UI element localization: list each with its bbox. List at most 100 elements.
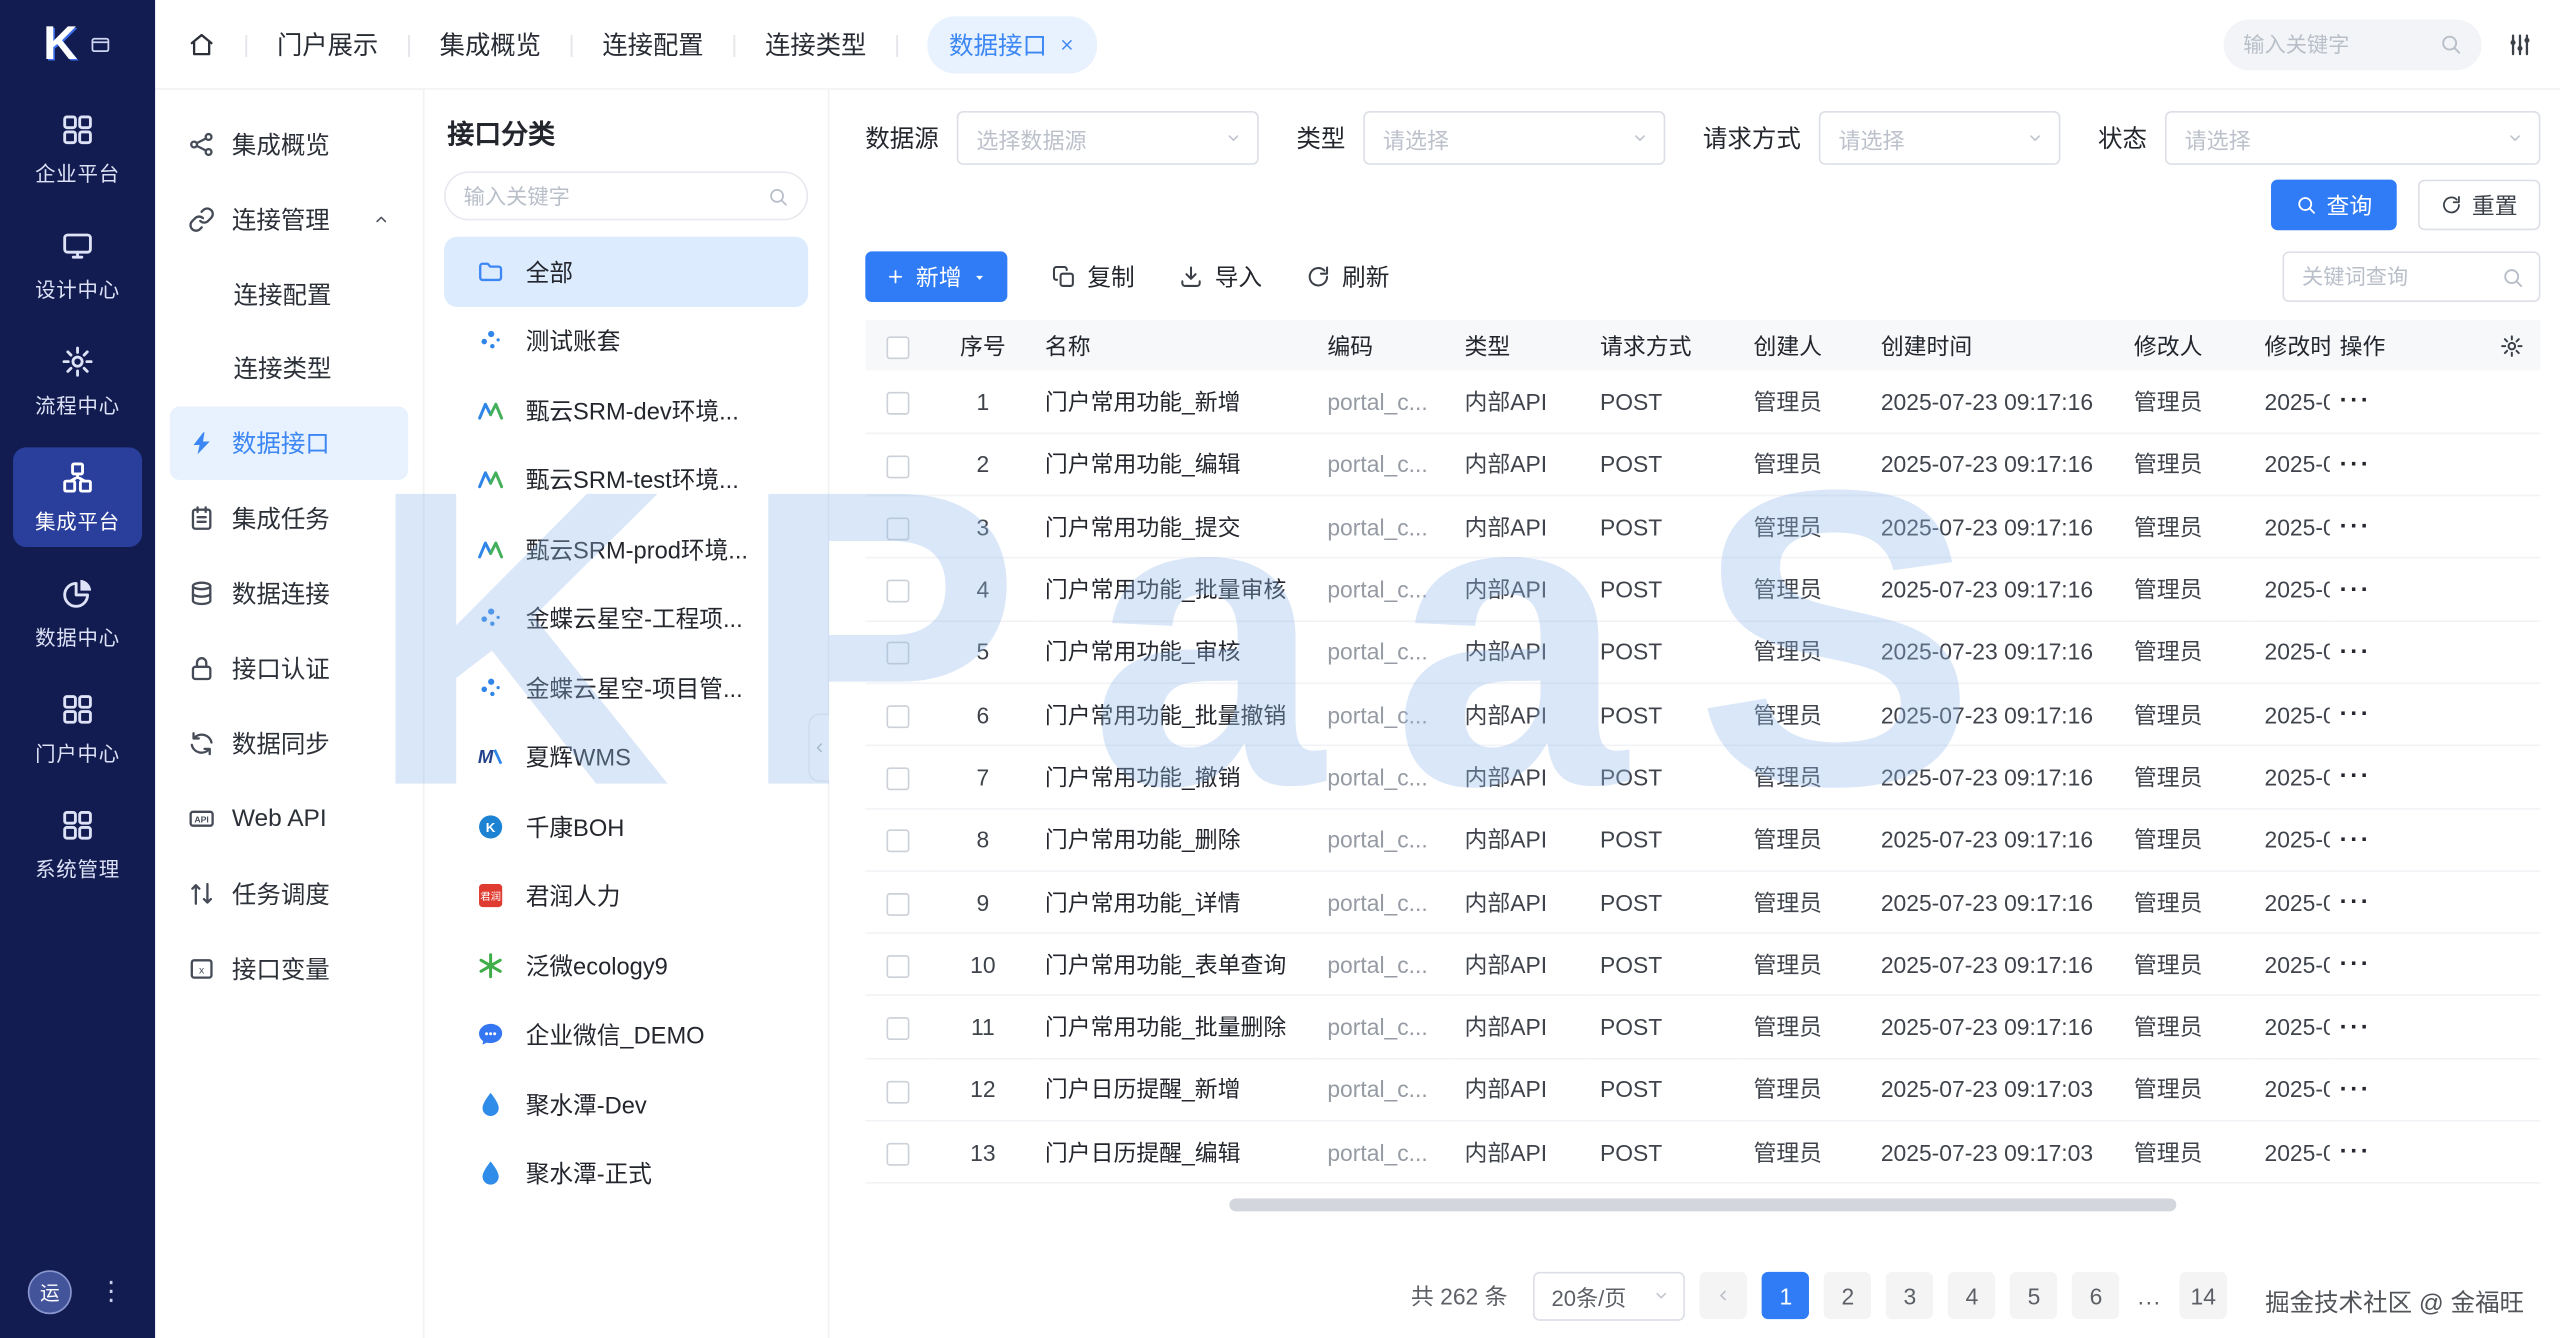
menu-item-7[interactable]: API Web API — [170, 782, 408, 855]
row-actions[interactable]: ··· — [2340, 576, 2372, 604]
category-item-7[interactable]: M 夏辉WMS — [444, 722, 808, 791]
tab-1[interactable]: 集成概览 — [440, 26, 541, 62]
table-row[interactable]: 6 门户常用功能_批量撤销 portal_c... 内部API POST 管理员… — [865, 683, 2540, 746]
row-actions[interactable]: ··· — [2340, 638, 2372, 666]
row-checkbox[interactable] — [887, 580, 910, 603]
tab-0[interactable]: 门户展示 — [277, 26, 378, 62]
filter-select-2[interactable]: 请选择 — [1819, 111, 2061, 165]
keyword-search[interactable] — [2282, 251, 2540, 302]
row-checkbox[interactable] — [887, 392, 910, 415]
menu-subitem-1-0[interactable]: 连接配置 — [155, 258, 423, 331]
row-actions[interactable]: ··· — [2340, 888, 2372, 916]
page-button-2[interactable]: 2 — [1824, 1272, 1871, 1319]
menu-item-6[interactable]: 数据同步 — [170, 707, 408, 780]
category-item-6[interactable]: 金蝶云星空-项目管... — [444, 653, 808, 722]
row-actions[interactable]: ··· — [2340, 951, 2372, 979]
category-item-13[interactable]: 聚水潭-正式 — [444, 1139, 808, 1208]
app-logo[interactable]: K — [0, 0, 155, 88]
table-row[interactable]: 1 门户常用功能_新增 portal_c... 内部API POST 管理员 2… — [865, 371, 2540, 434]
gear-icon[interactable] — [2500, 333, 2524, 357]
menu-item-3[interactable]: 集成任务 — [170, 482, 408, 555]
page-size-select[interactable]: 20条/页 — [1534, 1271, 1686, 1320]
menu-item-0[interactable]: 集成概览 — [170, 108, 408, 181]
table-row[interactable]: 10 门户常用功能_表单查询 portal_c... 内部API POST 管理… — [865, 933, 2540, 996]
filter-select-3[interactable]: 请选择 — [2165, 111, 2540, 165]
menu-item-1[interactable]: 连接管理 — [170, 183, 408, 256]
prev-page-button[interactable] — [1700, 1272, 1747, 1319]
import-button[interactable]: 导入 — [1179, 260, 1262, 294]
menu-item-5[interactable]: 接口认证 — [170, 632, 408, 705]
tab-3[interactable]: 连接类型 — [765, 26, 866, 62]
row-checkbox[interactable] — [887, 517, 910, 540]
row-checkbox[interactable] — [887, 830, 910, 853]
rail-item-2[interactable]: 流程中心 — [13, 331, 142, 431]
table-row[interactable]: 3 门户常用功能_提交 portal_c... 内部API POST 管理员 2… — [865, 496, 2540, 559]
copy-button[interactable]: 复制 — [1051, 260, 1134, 294]
menu-item-2[interactable]: 数据接口 — [170, 407, 408, 480]
row-actions[interactable]: ··· — [2340, 388, 2372, 416]
row-checkbox[interactable] — [887, 705, 910, 728]
row-checkbox[interactable] — [887, 955, 910, 978]
menu-item-8[interactable]: 任务调度 — [170, 857, 408, 930]
category-item-0[interactable]: 全部 — [444, 237, 808, 306]
category-search[interactable] — [444, 171, 808, 220]
table-row[interactable]: 12 门户日历提醒_新增 portal_c... 内部API POST 管理员 … — [865, 1058, 2540, 1121]
menu-subitem-1-1[interactable]: 连接类型 — [155, 331, 423, 404]
rail-item-1[interactable]: 设计中心 — [13, 216, 142, 316]
select-all-checkbox[interactable] — [887, 336, 910, 359]
rail-item-6[interactable]: 系统管理 — [13, 795, 142, 895]
page-button-14[interactable]: 14 — [2180, 1272, 2227, 1319]
row-checkbox[interactable] — [887, 767, 910, 790]
row-actions[interactable]: ··· — [2340, 701, 2372, 729]
filter-sliders-icon[interactable] — [2506, 30, 2534, 58]
table-row[interactable]: 13 门户日历提醒_编辑 portal_c... 内部API POST 管理员 … — [865, 1121, 2540, 1184]
category-item-8[interactable]: K 千康BOH — [444, 792, 808, 861]
category-item-2[interactable]: 甄云SRM-dev环境... — [444, 376, 808, 445]
menu-item-9[interactable]: x 接口变量 — [170, 932, 408, 1005]
table-row[interactable]: 5 门户常用功能_审核 portal_c... 内部API POST 管理员 2… — [865, 621, 2540, 684]
rail-item-0[interactable]: 企业平台 — [13, 100, 142, 200]
row-actions[interactable]: ··· — [2340, 1076, 2372, 1104]
table-row[interactable]: 2 门户常用功能_编辑 portal_c... 内部API POST 管理员 2… — [865, 433, 2540, 496]
filter-select-0[interactable]: 选择数据源 — [957, 111, 1259, 165]
collapse-panel-button[interactable] — [808, 713, 829, 782]
category-item-10[interactable]: 泛微ecology9 — [444, 931, 808, 1000]
tab-2[interactable]: 连接配置 — [602, 26, 703, 62]
page-button-5[interactable]: 5 — [2010, 1272, 2057, 1319]
refresh-button[interactable]: 刷新 — [1306, 260, 1389, 294]
page-button-3[interactable]: 3 — [1886, 1272, 1933, 1319]
row-actions[interactable]: ··· — [2340, 513, 2372, 541]
global-search-input[interactable] — [2243, 32, 2429, 56]
filter-select-1[interactable]: 请选择 — [1363, 111, 1665, 165]
table-row[interactable]: 9 门户常用功能_详情 portal_c... 内部API POST 管理员 2… — [865, 871, 2540, 934]
category-search-input[interactable] — [464, 184, 758, 208]
avatar[interactable]: 运 — [28, 1270, 72, 1314]
row-checkbox[interactable] — [887, 1080, 910, 1103]
rail-item-5[interactable]: 门户中心 — [13, 679, 142, 779]
query-button[interactable]: 查询 — [2271, 180, 2397, 231]
category-item-3[interactable]: 甄云SRM-test环境... — [444, 445, 808, 514]
table-row[interactable]: 7 门户常用功能_撤销 portal_c... 内部API POST 管理员 2… — [865, 746, 2540, 809]
add-button[interactable]: 新增 — [865, 251, 1007, 302]
category-item-12[interactable]: 聚水潭-Dev — [444, 1069, 808, 1138]
category-item-1[interactable]: 测试账套 — [444, 306, 808, 375]
category-item-5[interactable]: 金蝶云星空-工程项... — [444, 584, 808, 653]
category-item-4[interactable]: 甄云SRM-prod环境... — [444, 514, 808, 583]
row-actions[interactable]: ··· — [2340, 826, 2372, 854]
row-actions[interactable]: ··· — [2340, 451, 2372, 479]
row-actions[interactable]: ··· — [2340, 1013, 2372, 1041]
row-actions[interactable]: ··· — [2340, 1138, 2372, 1166]
reset-button[interactable]: 重置 — [2418, 180, 2540, 231]
row-checkbox[interactable] — [887, 1143, 910, 1166]
page-ellipsis[interactable]: ... — [2134, 1283, 2164, 1309]
rail-item-4[interactable]: 数据中心 — [13, 563, 142, 663]
table-row[interactable]: 11 门户常用功能_批量删除 portal_c... 内部API POST 管理… — [865, 996, 2540, 1059]
category-item-9[interactable]: 君润 君润人力 — [444, 861, 808, 930]
tab-4[interactable]: 数据接口 — [928, 16, 1098, 73]
menu-item-4[interactable]: 数据连接 — [170, 557, 408, 630]
rail-item-3[interactable]: 集成平台 — [13, 447, 142, 547]
row-checkbox[interactable] — [887, 455, 910, 478]
row-checkbox[interactable] — [887, 642, 910, 665]
more-menu-icon[interactable]: ⋮ — [98, 1275, 124, 1308]
page-button-4[interactable]: 4 — [1948, 1272, 1995, 1319]
